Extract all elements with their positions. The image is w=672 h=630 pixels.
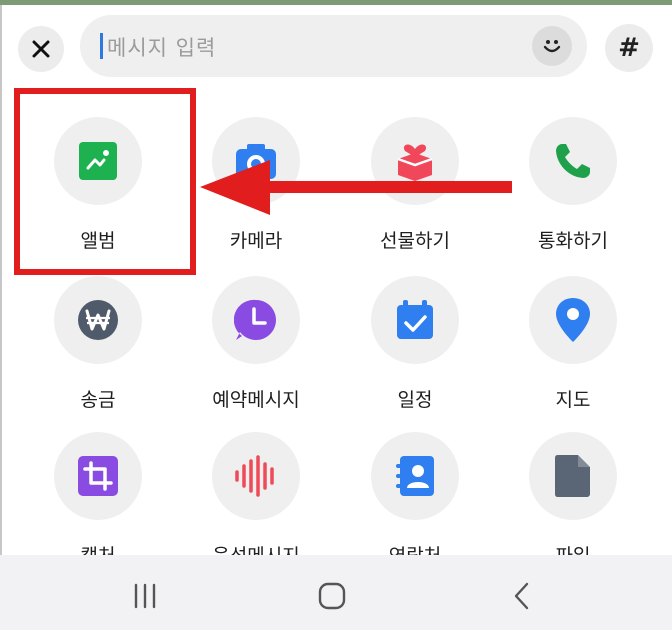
menu-item-file[interactable]: 파일 (503, 432, 643, 568)
text-caret (100, 33, 103, 59)
map-pin-icon (556, 298, 590, 342)
voice-wave-icon (235, 455, 274, 497)
menu-item-label: 카메라 (229, 230, 283, 252)
close-icon (32, 40, 50, 58)
menu-item-label: 지도 (555, 389, 591, 411)
menu-item-scheduled-message[interactable]: 예약메시지 (186, 276, 326, 412)
file-icon (555, 455, 590, 497)
menu-item-transfer[interactable]: 송금 (28, 276, 168, 412)
phone-icon-circle (529, 117, 617, 205)
calendar-icon-circle (371, 276, 459, 364)
frame-border (0, 5, 2, 630)
home-button[interactable] (317, 581, 347, 611)
close-button[interactable] (18, 26, 64, 72)
menu-item-label: 통화하기 (538, 230, 608, 252)
emoji-button[interactable] (532, 26, 572, 66)
map-pin-icon-circle (529, 276, 617, 364)
menu-item-label: 예약메시지 (212, 389, 300, 411)
contact-icon (396, 456, 434, 496)
home-icon (318, 582, 346, 610)
menu-item-schedule[interactable]: 일정 (345, 276, 485, 412)
menu-item-label: 송금 (80, 389, 116, 411)
voice-wave-icon-circle (212, 432, 300, 520)
menu-item-label: 선물하기 (380, 230, 450, 252)
calendar-icon (397, 300, 433, 339)
arrow-left-icon (200, 160, 512, 215)
won-icon (78, 300, 118, 340)
recent-apps-icon (134, 583, 156, 609)
menu-item-label: 일정 (397, 389, 433, 411)
back-icon (514, 582, 529, 610)
menu-item-contacts[interactable]: 연락처 (345, 432, 485, 568)
phone-icon (556, 144, 590, 178)
clock-icon (234, 299, 276, 340)
system-navigation-bar (0, 555, 672, 630)
highlight-box (14, 88, 196, 275)
menu-item-map[interactable]: 지도 (503, 276, 643, 412)
menu-item-call[interactable]: 통화하기 (503, 117, 643, 253)
recent-apps-button[interactable] (130, 581, 160, 611)
file-icon-circle (529, 432, 617, 520)
menu-item-capture[interactable]: 캡처 (28, 432, 168, 568)
won-icon-circle (54, 276, 142, 364)
crop-icon (78, 456, 118, 496)
top-status-strip (0, 0, 672, 5)
menu-item-voice-message[interactable]: 음성메시지 (186, 432, 326, 568)
message-input-placeholder: 메시지 입력 (107, 36, 217, 60)
emoji-icon (543, 40, 561, 53)
clock-icon-circle (212, 276, 300, 364)
message-input[interactable]: 메시지 입력 (80, 15, 587, 77)
contact-icon-circle (371, 432, 459, 520)
back-button[interactable] (507, 581, 537, 611)
crop-icon-circle (54, 432, 142, 520)
hashtag-label: # (618, 33, 640, 63)
hashtag-button[interactable]: # (605, 24, 653, 72)
